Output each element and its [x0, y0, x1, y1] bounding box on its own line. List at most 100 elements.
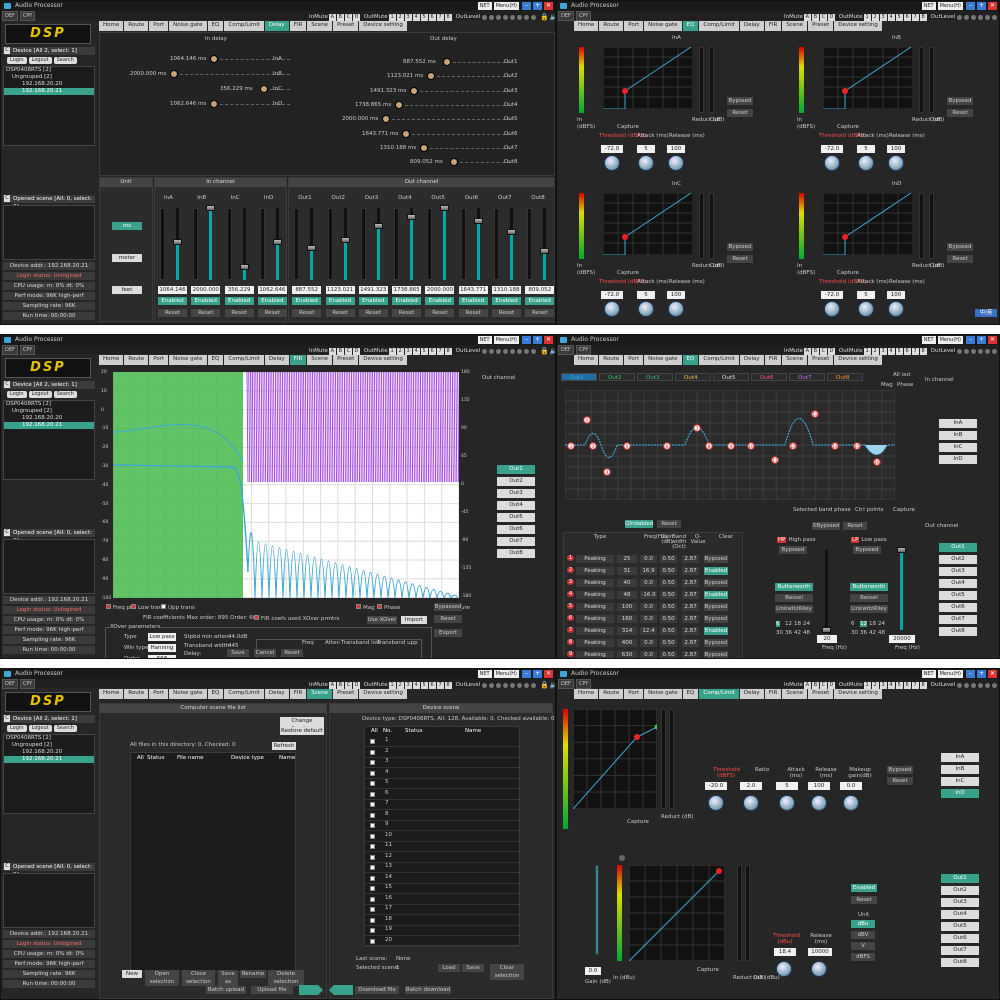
scene-action-1[interactable]: Open selection — [145, 970, 179, 986]
out-mute-6[interactable]: 6 — [428, 13, 436, 21]
in-mute-C[interactable]: C — [344, 347, 352, 355]
out-mute-1[interactable]: 1 — [863, 347, 871, 355]
strip-fader-cap[interactable] — [173, 238, 182, 245]
maximize-button[interactable]: + — [977, 670, 986, 678]
tab-comp-limit[interactable]: Comp/Limit — [699, 689, 739, 699]
net-button[interactable]: NET — [477, 2, 492, 10]
tab-eq[interactable]: EQ — [682, 689, 699, 699]
dev-row-check[interactable] — [370, 781, 375, 786]
net-button[interactable]: NET — [921, 2, 936, 10]
release-value[interactable]: 100 — [667, 145, 685, 153]
out-mute-1[interactable]: 1 — [863, 13, 871, 21]
check-coef-xover[interactable]: FIR coefs used XOver prmtrs — [254, 615, 339, 622]
dev-row-check[interactable] — [370, 865, 375, 870]
net-button[interactable]: NET — [921, 670, 936, 678]
eq-row-bw[interactable]: 0.50 — [660, 603, 677, 611]
release-value[interactable]: 100 — [667, 291, 685, 299]
in-mute-D[interactable]: D — [827, 13, 835, 21]
out-mute-3[interactable]: 3 — [879, 681, 887, 689]
eq-row-freq[interactable]: 400 — [617, 639, 637, 647]
tab-device-setting[interactable]: Device setting — [834, 355, 882, 365]
lp-slope[interactable]: 42 — [869, 630, 876, 636]
eq-row-gain[interactable]: -16.0 — [640, 591, 657, 599]
out-mute-8[interactable]: 8 — [444, 13, 452, 21]
strip-reset-button[interactable]: Reset — [358, 309, 388, 317]
out-mute-5[interactable]: 5 — [895, 681, 903, 689]
tab-device-setting[interactable]: Device setting — [359, 21, 407, 31]
dev-row-check[interactable] — [370, 739, 375, 744]
threshold-value[interactable]: -72.0 — [601, 291, 623, 299]
comp-out-1[interactable]: Out1 — [941, 874, 979, 883]
eq-row-freq[interactable]: 630 — [617, 651, 637, 658]
dev-row-check[interactable] — [370, 917, 375, 923]
scene-action-4[interactable]: Rename — [240, 970, 266, 978]
eq-out-side-1[interactable]: Out1 — [939, 543, 977, 552]
tab-home[interactable]: Home — [574, 21, 599, 31]
comp-at_v[interactable]: 5 — [776, 782, 798, 790]
attack-value[interactable]: 5 — [857, 291, 875, 299]
tab-port[interactable]: Port — [149, 689, 169, 699]
reset-button-2[interactable]: Reset — [281, 649, 303, 657]
comp-out-5[interactable]: Out5 — [941, 922, 979, 931]
threshold-knob[interactable] — [604, 155, 620, 171]
comp-knob-mk_v[interactable] — [843, 795, 859, 811]
eq-out-8[interactable]: Out8 — [827, 373, 863, 381]
eq-out-2[interactable]: Out2 — [599, 373, 635, 381]
tab-fir[interactable]: FIR — [289, 355, 307, 365]
strip-reset-button[interactable]: Reset — [425, 309, 455, 317]
eq-out-side-6[interactable]: Out6 — [939, 603, 977, 612]
strip-fader-cap[interactable] — [373, 223, 383, 229]
strip-reset-button[interactable]: Reset — [224, 309, 254, 317]
hp-slope[interactable]: 36 — [785, 630, 792, 636]
hp-slope[interactable]: 6 — [776, 621, 780, 627]
check-freq-pt[interactable]: Freq pt — [106, 604, 132, 611]
refresh-button[interactable]: Refresh — [272, 742, 296, 750]
tree-group[interactable]: Ungrouped [2] — [4, 408, 94, 415]
checkbox[interactable] — [161, 604, 166, 609]
eq-row-q[interactable]: 2.87 — [682, 603, 699, 611]
eq-row-state[interactable]: Enabled — [704, 567, 728, 575]
in-mute-A[interactable]: A — [803, 347, 811, 355]
scene-action-0[interactable]: New — [122, 970, 142, 978]
tree-root[interactable]: DSP0408RTS [2] — [4, 401, 94, 408]
eq-row-freq[interactable]: 314 — [617, 627, 637, 635]
minimize-button[interactable]: – — [522, 2, 531, 10]
eq-row-bw[interactable]: 0.50 — [660, 639, 677, 647]
tab-eq[interactable]: EQ — [682, 355, 699, 365]
selected-band-check[interactable]: Selected band phase — [793, 507, 851, 513]
in-mute-A[interactable]: A — [328, 681, 336, 689]
lim-release-value[interactable]: 10000 — [808, 948, 832, 956]
strip-reset-button[interactable]: Reset — [325, 309, 355, 317]
comp-bypass[interactable]: Bypssed — [887, 766, 913, 774]
eq-row-freq[interactable]: 160 — [617, 615, 637, 623]
delay-knob[interactable] — [210, 55, 218, 63]
out-mute-4[interactable]: 4 — [412, 13, 420, 21]
hp-bypass[interactable]: Bypssed — [779, 546, 807, 554]
eq-reset-button[interactable]: Reset — [657, 520, 681, 528]
tab-scene[interactable]: Scene — [782, 355, 808, 365]
eq-row-gain[interactable]: 0.0 — [640, 603, 657, 611]
tab-noise-gate[interactable]: Noise gate — [169, 689, 207, 699]
eq-row-freq[interactable]: 25 — [617, 555, 637, 563]
dev-row-check[interactable] — [370, 802, 375, 807]
in-mute-C[interactable]: C — [819, 347, 827, 355]
cpy-button[interactable]: CPY — [19, 11, 36, 21]
eq-row-state[interactable]: Bypssed — [704, 639, 728, 647]
bypass-button[interactable]: Bypssed — [947, 97, 973, 105]
comp-in-InB[interactable]: InB — [941, 765, 979, 774]
tab-delay[interactable]: Delay — [739, 21, 764, 31]
eq-row-bw[interactable]: 0.50 — [660, 555, 677, 563]
eq-row-state[interactable]: Bypssed — [704, 615, 728, 623]
eq-row-gain[interactable]: 0.0 — [640, 615, 657, 623]
strip-enabled-button[interactable]: Enabled — [425, 297, 455, 305]
strip-value[interactable]: 1062.646 — [257, 286, 287, 294]
out-mute-3[interactable]: 3 — [879, 347, 887, 355]
bypass-button[interactable]: Bypssed — [947, 243, 973, 251]
login-button[interactable]: Login — [7, 391, 27, 398]
in-mute-D[interactable]: D — [352, 13, 360, 21]
login-button[interactable]: Login — [7, 725, 27, 732]
export-button[interactable]: Export — [434, 629, 462, 637]
device-action-0[interactable]: Load — [438, 964, 460, 972]
strip-enabled-button[interactable]: Enabled — [392, 297, 422, 305]
out-mute-7[interactable]: 7 — [436, 13, 444, 21]
